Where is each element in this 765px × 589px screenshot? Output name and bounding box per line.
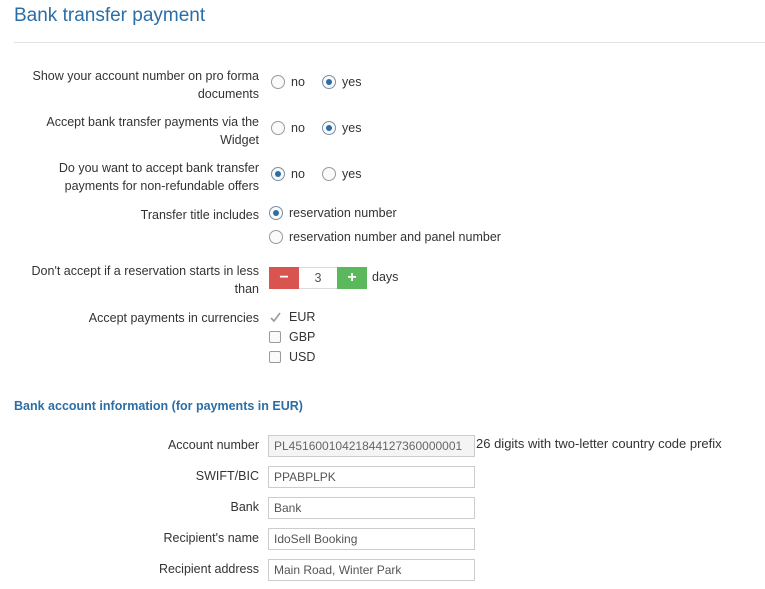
radio-button[interactable] xyxy=(269,230,283,244)
bank-info-section-title: Bank account information (for payments i… xyxy=(14,399,303,413)
show-account-no-option[interactable]: no xyxy=(271,75,305,89)
bank-label: Bank xyxy=(230,500,260,514)
days-unit-label: days xyxy=(372,270,399,284)
show-account-label: Show your account number on pro forma do… xyxy=(32,69,259,101)
option-label: no xyxy=(291,167,305,181)
bank-field[interactable]: Bank xyxy=(268,497,475,519)
radio-button[interactable] xyxy=(271,167,285,181)
widget-yes-option[interactable]: yes xyxy=(322,121,361,135)
currency-eur-option[interactable]: EUR xyxy=(269,310,315,324)
page-title: Bank transfer payment xyxy=(14,5,206,26)
radio-button[interactable] xyxy=(322,167,336,181)
option-label: USD xyxy=(289,350,316,364)
check-icon[interactable] xyxy=(269,311,282,324)
radio-button[interactable] xyxy=(271,121,285,135)
option-label: yes xyxy=(342,167,362,181)
option-label: reservation number xyxy=(289,206,397,220)
widget-no-option[interactable]: no xyxy=(271,121,305,135)
option-label: reservation number and panel number xyxy=(289,230,501,244)
swift-field[interactable]: PPABPLPK xyxy=(268,466,475,488)
transfer-title-reservation-option[interactable]: reservation number xyxy=(269,206,397,220)
days-input[interactable]: 3 xyxy=(299,267,337,289)
title-divider xyxy=(14,42,765,43)
option-label: GBP xyxy=(289,330,316,344)
transfer-title-label: Transfer title includes xyxy=(140,208,259,222)
decrement-button[interactable]: − xyxy=(269,267,299,289)
non-refundable-label: Do you want to accept bank transfer paym… xyxy=(58,161,259,193)
swift-label: SWIFT/BIC xyxy=(195,469,259,483)
radio-button[interactable] xyxy=(269,206,283,220)
currency-gbp-option[interactable]: GBP xyxy=(269,330,315,344)
min-days-label: Don't accept if a reservation starts in … xyxy=(31,264,259,296)
option-label: yes xyxy=(342,75,362,89)
account-number-field[interactable]: PL45160010421844127360000001 xyxy=(268,435,475,457)
days-stepper: − 3 + xyxy=(269,267,367,289)
radio-button[interactable] xyxy=(322,75,336,89)
non-refundable-yes-option[interactable]: yes xyxy=(322,167,361,181)
recipient-address-label: Recipient address xyxy=(158,562,259,576)
option-label: yes xyxy=(342,121,362,135)
recipient-address-field[interactable]: Main Road, Winter Park xyxy=(268,559,475,581)
recipient-name-label: Recipient's name xyxy=(163,531,260,545)
recipient-name-field[interactable]: IdoSell Booking xyxy=(268,528,475,550)
option-label: EUR xyxy=(289,310,316,324)
increment-button[interactable]: + xyxy=(337,267,367,289)
account-number-hint: 26 digits with two-letter country code p… xyxy=(476,436,722,451)
show-account-yes-option[interactable]: yes xyxy=(322,75,361,89)
option-label: no xyxy=(291,121,305,135)
currency-usd-option[interactable]: USD xyxy=(269,350,315,364)
transfer-title-reservation-panel-option[interactable]: reservation number and panel number xyxy=(269,230,501,244)
currencies-label: Accept payments in currencies xyxy=(88,311,259,325)
radio-button[interactable] xyxy=(322,121,336,135)
non-refundable-no-option[interactable]: no xyxy=(271,167,305,181)
account-number-label: Account number xyxy=(167,438,259,452)
checkbox[interactable] xyxy=(269,331,281,343)
checkbox[interactable] xyxy=(269,351,281,363)
widget-label: Accept bank transfer payments via the Wi… xyxy=(46,115,259,147)
option-label: no xyxy=(291,75,305,89)
radio-button[interactable] xyxy=(271,75,285,89)
